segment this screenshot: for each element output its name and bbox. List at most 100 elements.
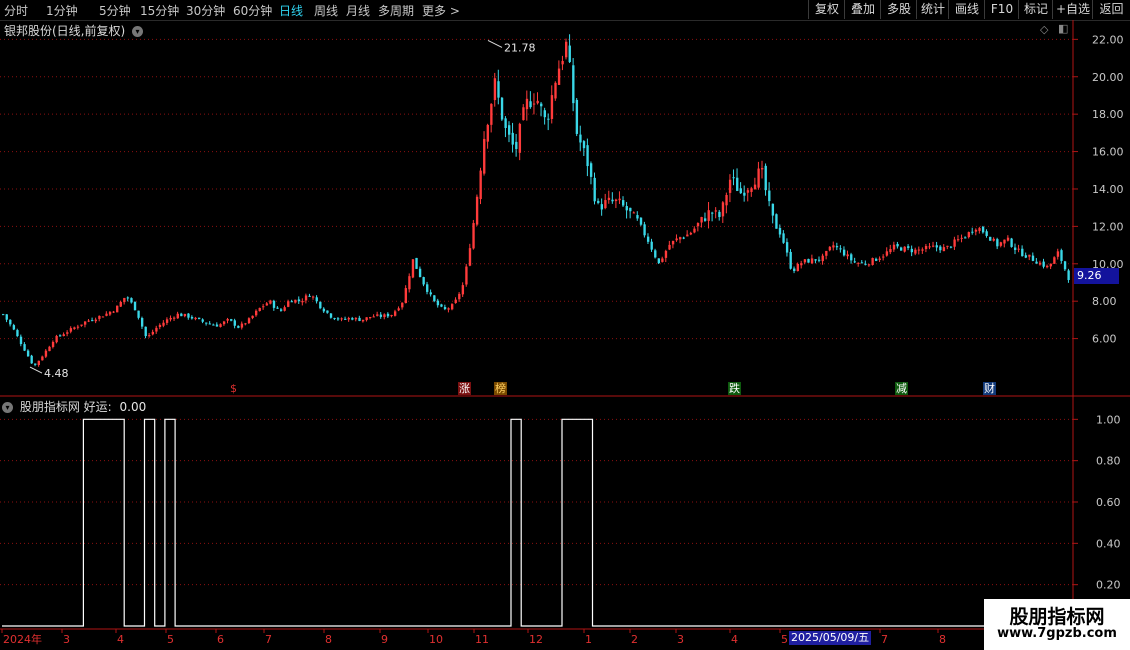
time-tick-label: 7 bbox=[265, 633, 272, 646]
candle-body bbox=[996, 239, 999, 247]
indicator-title[interactable]: ▾ 股朋指标网 好运: 0.00 bbox=[2, 398, 146, 415]
candle-body bbox=[365, 317, 368, 321]
candle-body bbox=[796, 263, 799, 272]
candle-body bbox=[230, 319, 233, 321]
candle-body bbox=[636, 215, 639, 219]
candle-body bbox=[475, 196, 479, 225]
candle-body bbox=[354, 317, 358, 320]
candle-body bbox=[308, 295, 311, 297]
candle-body bbox=[59, 335, 62, 337]
candle-body bbox=[932, 245, 935, 247]
candle-body bbox=[48, 346, 51, 352]
time-tick-label: 1 bbox=[585, 633, 592, 646]
time-tick-label: 3 bbox=[677, 633, 684, 646]
candle-body bbox=[896, 243, 899, 247]
candle-body bbox=[825, 250, 828, 256]
candle-body bbox=[208, 323, 212, 325]
candle-body bbox=[450, 304, 454, 310]
time-tick-label: 4 bbox=[731, 633, 738, 646]
panel-toggle-icon[interactable]: ◧ bbox=[1058, 22, 1068, 35]
candle-body bbox=[76, 326, 80, 328]
candle-body bbox=[682, 237, 685, 239]
candle-body bbox=[144, 326, 147, 337]
candle-body bbox=[511, 132, 514, 145]
candle-body bbox=[903, 246, 906, 252]
high-marker-line bbox=[487, 40, 503, 48]
candle-body bbox=[600, 204, 604, 210]
candle-body bbox=[183, 313, 187, 317]
candle-body bbox=[119, 301, 122, 307]
candle-body bbox=[956, 239, 960, 241]
diamond-icon[interactable]: ◇ bbox=[1040, 23, 1048, 36]
candle-body bbox=[386, 313, 390, 317]
candle-body bbox=[12, 325, 16, 330]
candle-body bbox=[408, 276, 411, 290]
candle-body bbox=[62, 334, 65, 337]
candle-body bbox=[828, 246, 832, 251]
candle-body bbox=[205, 322, 208, 324]
candle-body bbox=[757, 168, 760, 188]
candle-body bbox=[707, 210, 710, 221]
chevron-down-icon[interactable]: ▾ bbox=[2, 402, 13, 413]
indicator-tick-label: 0.20 bbox=[1096, 579, 1121, 592]
candle-body bbox=[668, 244, 671, 250]
event-badge-rise[interactable]: 涨 bbox=[458, 382, 471, 395]
event-badge-fall[interactable]: 跌 bbox=[728, 382, 741, 395]
candle-body bbox=[30, 355, 33, 364]
candle-body bbox=[554, 82, 557, 99]
candle-body bbox=[981, 226, 985, 233]
candle-body bbox=[515, 141, 518, 150]
candle-body bbox=[671, 240, 675, 245]
candle-body bbox=[967, 232, 971, 238]
event-badge-rank[interactable]: 榜 bbox=[494, 382, 507, 395]
candle-body bbox=[215, 324, 219, 327]
indicator-line-series bbox=[2, 418, 1071, 627]
candle-body bbox=[383, 314, 386, 318]
candle-body bbox=[340, 318, 343, 320]
candle-body bbox=[315, 297, 318, 302]
candle-body bbox=[497, 81, 500, 98]
candle-body bbox=[810, 258, 814, 264]
event-badge-finance[interactable]: 财 bbox=[983, 382, 996, 395]
candle-body bbox=[23, 344, 26, 351]
candle-body bbox=[333, 318, 336, 320]
candle-body bbox=[860, 262, 864, 264]
candle-body bbox=[1003, 239, 1006, 244]
candle-body bbox=[764, 165, 767, 191]
candle-body bbox=[582, 141, 586, 149]
candle-body bbox=[782, 233, 785, 243]
candle-body bbox=[540, 103, 543, 107]
candle-body bbox=[258, 307, 261, 312]
candle-body bbox=[94, 319, 98, 322]
candle-body bbox=[693, 228, 696, 233]
candle-body bbox=[411, 259, 415, 278]
candle-body bbox=[622, 200, 625, 206]
candle-body bbox=[19, 336, 23, 345]
price-tick-label: 16.00 bbox=[1092, 146, 1124, 159]
candle-body bbox=[91, 320, 94, 322]
candle-body bbox=[736, 177, 739, 191]
candle-body bbox=[543, 110, 546, 118]
event-badge-reduce[interactable]: 减 bbox=[895, 382, 908, 395]
candle-body bbox=[37, 360, 40, 366]
stock-title[interactable]: 银邦股份(日线,前复权) ▾ bbox=[4, 22, 144, 39]
candle-body bbox=[401, 302, 404, 308]
candle-body bbox=[946, 245, 949, 247]
candle-body bbox=[329, 313, 333, 318]
candle-body bbox=[1056, 251, 1060, 257]
candle-body bbox=[304, 295, 308, 301]
candle-body bbox=[586, 145, 589, 167]
chevron-down-icon[interactable]: ▾ bbox=[132, 26, 144, 37]
time-tick-label: 10 bbox=[429, 633, 443, 646]
candle-body bbox=[654, 250, 657, 258]
candle-body bbox=[675, 238, 678, 241]
candle-body bbox=[832, 245, 835, 248]
candle-body bbox=[989, 236, 992, 241]
indicator-name: 股朋指标网 bbox=[19, 400, 80, 414]
candle-body bbox=[379, 314, 383, 317]
candle-body bbox=[73, 327, 76, 329]
event-badge-dollar[interactable]: $ bbox=[229, 382, 238, 395]
candle-body bbox=[696, 223, 700, 227]
candle-body bbox=[579, 134, 582, 143]
kline-chart-canvas[interactable]: 6.008.0010.0012.0014.0016.0018.0020.0022… bbox=[0, 0, 1130, 650]
